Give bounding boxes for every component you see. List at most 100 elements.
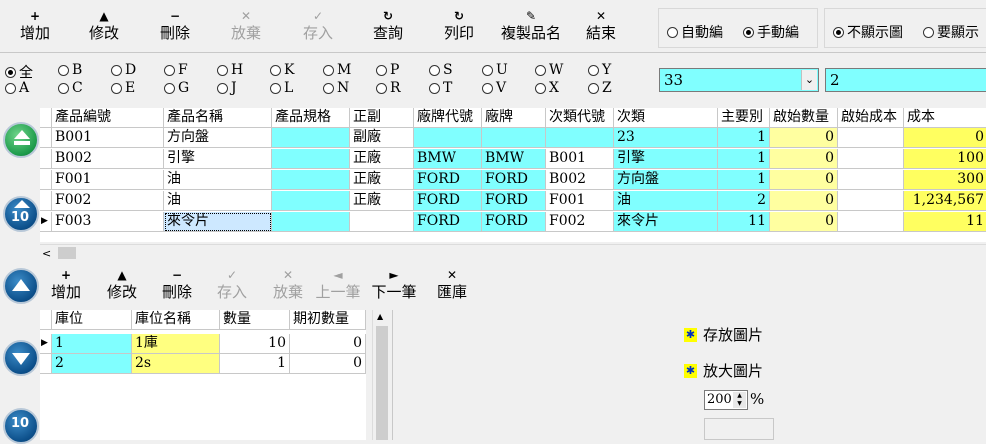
letter-radio[interactable]: U — [482, 62, 508, 78]
spinner-up-icon[interactable]: ▲ — [733, 392, 746, 400]
next-record-button[interactable] — [3, 340, 39, 376]
table-cell: 2s — [132, 354, 220, 374]
toolbar-icon: ✓ — [312, 9, 324, 23]
table-row[interactable]: B002 引擎 正廠 BMW BMW B001 引擎 1 0 100 — [40, 149, 986, 169]
radio-manual-number[interactable]: 手動編 — [743, 22, 799, 42]
letter-radio[interactable]: N — [323, 80, 349, 96]
scroll-up-icon[interactable]: ▲ — [377, 312, 383, 321]
letter-radio[interactable]: L — [270, 80, 293, 96]
sub-toolbar-button-7[interactable]: ✕ 匯庫 — [426, 268, 478, 302]
toolbar-button-2[interactable]: − 刪除 — [143, 9, 207, 43]
letter-radio[interactable]: Y — [588, 62, 611, 78]
letter-radio[interactable]: K — [270, 62, 294, 78]
horizontal-scrollbar[interactable]: < — [40, 244, 986, 261]
letter-radio[interactable]: 全 — [5, 62, 33, 82]
table-cell: 副廠 — [350, 128, 414, 148]
sub-toolbar-icon: − — [171, 268, 183, 282]
filter-select[interactable]: 33 ⌄ — [659, 68, 819, 92]
scroll-thumb[interactable] — [376, 326, 388, 440]
page-down-button[interactable]: 10 — [3, 408, 39, 444]
radio-hide-image[interactable]: 不顯示圖 — [833, 22, 903, 42]
radio-label: U — [496, 62, 508, 78]
table-row[interactable]: 2 2s 1 0 — [40, 354, 366, 374]
table-cell: 2 — [52, 354, 132, 374]
vertical-scrollbar[interactable]: ▲ — [372, 310, 390, 440]
toolbar-button-7[interactable]: ✎ 複製品名 — [492, 9, 570, 43]
chevron-down-icon[interactable]: ⌄ — [801, 70, 817, 90]
letter-radio[interactable]: T — [429, 80, 452, 96]
warehouse-grid[interactable]: 庫位 庫位名稱 數量 期初數量 ▶ 1 1庫 10 0 2 2s 1 0 — [40, 310, 366, 440]
radio-circle — [164, 82, 175, 94]
spinner-down-icon[interactable]: ▼ — [733, 400, 746, 408]
zoom-spinner[interactable]: 200 ▲ ▼ — [704, 390, 748, 410]
sub-toolbar-button-3[interactable]: ✓ 存入 — [206, 268, 258, 302]
sub-toolbar-button-2[interactable]: − 刪除 — [151, 268, 203, 302]
letter-radio[interactable]: F — [164, 62, 188, 78]
scroll-thumb[interactable] — [58, 247, 76, 259]
letter-radio[interactable]: E — [111, 80, 135, 96]
letter-radio[interactable]: M — [323, 62, 351, 78]
table-cell: 1 — [718, 128, 770, 148]
radio-show-image[interactable]: 要顯示 — [923, 22, 979, 42]
radio-auto-number[interactable]: 自動編 — [667, 22, 723, 42]
letter-radio[interactable]: C — [58, 80, 83, 96]
table-cell — [272, 170, 350, 190]
radio-label: R — [390, 80, 401, 96]
toolbar-button-8[interactable]: ✕ 結束 — [569, 9, 633, 43]
filter-text-input[interactable]: 2 — [825, 68, 986, 92]
table-row[interactable]: F001 油正廠 FORD FORD B002 方向盤 1 0 300 — [40, 170, 986, 190]
sub-toolbar-button-4[interactable]: ✕ 放棄 — [262, 268, 314, 302]
letter-radio[interactable]: V — [482, 80, 506, 96]
toolbar-button-6[interactable]: ↻ 列印 — [427, 9, 491, 43]
letter-radio[interactable]: S — [429, 62, 453, 78]
page-up-button[interactable]: 10 — [3, 196, 39, 232]
sub-toolbar-button-0[interactable]: + 增加 — [40, 268, 92, 302]
toolbar-button-4[interactable]: ✓ 存入 — [286, 9, 350, 43]
table-row[interactable]: B001 方向盤 副廠 23 1 0 0 — [40, 128, 986, 148]
letter-radio[interactable]: B — [58, 62, 82, 78]
letter-radio[interactable]: J — [217, 80, 237, 96]
letter-radio[interactable]: X — [535, 80, 559, 96]
table-cell: 來令片 — [164, 212, 272, 232]
radio-circle — [535, 82, 546, 94]
toolbar-button-5[interactable]: ↻ 查詢 — [356, 9, 420, 43]
sub-toolbar-button-6[interactable]: ► 下一筆 — [366, 268, 422, 302]
table-cell: 300 — [904, 170, 986, 190]
runner-icon: ✱ — [684, 327, 697, 342]
table-row[interactable]: ▶ 1 1庫 10 0 — [40, 334, 366, 354]
table-row[interactable]: ▶ F003 來令片 FORD FORD F002 來令片 11 0 11 — [40, 212, 986, 232]
toolbar-button-3[interactable]: ✕ 放棄 — [214, 9, 278, 43]
radio-label: J — [231, 80, 237, 96]
row-indicator: ▶ — [40, 334, 52, 354]
letter-radio[interactable]: W — [535, 62, 563, 78]
letter-radio[interactable]: R — [376, 80, 401, 96]
toolbar-button-1[interactable]: ▲ 修改 — [72, 9, 136, 43]
letter-radio[interactable]: H — [217, 62, 243, 78]
row-indicator — [40, 128, 52, 148]
prev-record-button[interactable] — [3, 268, 39, 304]
letter-radio[interactable]: A — [5, 80, 29, 96]
products-grid[interactable]: 產品編號產品名稱產品規格正副廠牌代號廠牌次類代號次類主要別啟始數量啟始成本成本庫… — [40, 108, 986, 242]
letter-radio[interactable]: Z — [588, 80, 612, 96]
sub-toolbar-button-1[interactable]: ▲ 修改 — [96, 268, 148, 302]
store-image-button[interactable]: ✱ 存放圖片 — [684, 324, 763, 345]
grid-header-row: 產品編號產品名稱產品規格正副廠牌代號廠牌次類代號次類主要別啟始數量啟始成本成本庫 — [40, 108, 986, 128]
table-row[interactable]: F002 油正廠 FORD FORD F001 油 2 0 1,234,567 — [40, 191, 986, 211]
letter-radio[interactable]: D — [111, 62, 136, 78]
letter-radio[interactable]: G — [164, 80, 189, 96]
table-cell: 10 — [220, 334, 290, 354]
letter-radio[interactable]: P — [376, 62, 399, 78]
table-cell: 0 — [770, 170, 838, 190]
table-cell: 100 — [904, 149, 986, 169]
toolbar-button-0[interactable]: + 增加 — [3, 9, 67, 43]
table-cell: F003 — [52, 212, 164, 232]
sub-toolbar-label: 放棄 — [272, 283, 303, 301]
table-cell: 0 — [290, 334, 366, 354]
table-cell: 方向盤 — [164, 128, 272, 148]
first-record-button[interactable] — [3, 122, 39, 158]
zoom-image-button[interactable]: ✱ 放大圖片 — [684, 360, 763, 381]
row-indicator — [40, 170, 52, 190]
sub-toolbar-button-5[interactable]: ◄ 上一筆 — [310, 268, 366, 302]
scroll-left-icon[interactable]: < — [42, 247, 51, 260]
up-arrow-icon — [14, 200, 30, 208]
